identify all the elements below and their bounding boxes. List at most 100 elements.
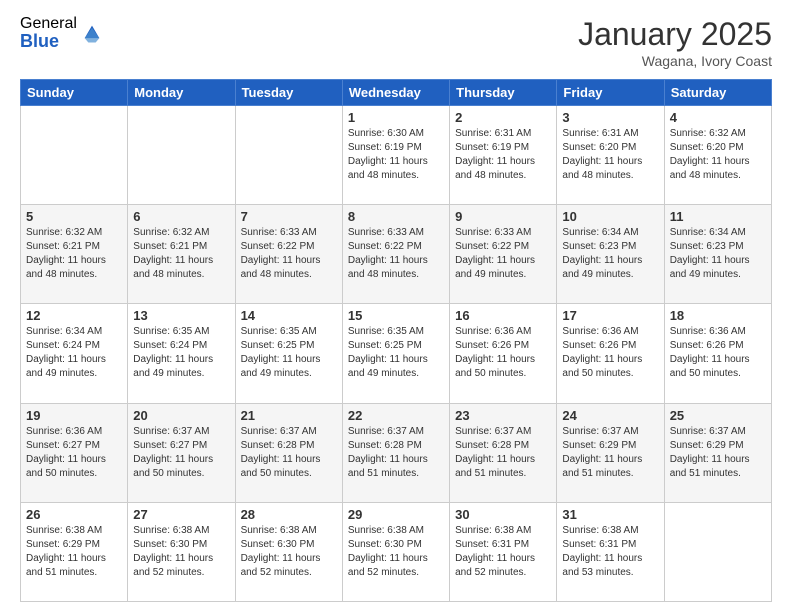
- calendar-cell: 25 Sunrise: 6:37 AMSunset: 6:29 PMDayligh…: [664, 403, 771, 502]
- day-info: Sunrise: 6:30 AMSunset: 6:19 PMDaylight:…: [348, 127, 444, 183]
- calendar-cell: 21 Sunrise: 6:37 AMSunset: 6:28 PMDayligh…: [235, 403, 342, 502]
- calendar-cell: 28Sunrise: 6:38 AMSunset: 6:30 PMDayligh…: [235, 502, 342, 601]
- day-number: 21: [241, 408, 337, 423]
- day-number: 14: [241, 308, 337, 323]
- day-info: Sunrise: 6:31 AMSunset: 6:19 PMDaylight:…: [455, 127, 551, 183]
- calendar-cell: 24 Sunrise: 6:37 AMSunset: 6:29 PMDayligh…: [557, 403, 664, 502]
- day-number: 5: [26, 209, 122, 224]
- calendar-cell: [21, 106, 128, 205]
- day-number: 1: [348, 110, 444, 125]
- month-title: January 2025: [578, 16, 772, 53]
- calendar-cell: [235, 106, 342, 205]
- day-info: Sunrise: 6:35 AMSunset: 6:25 PMDaylight:…: [241, 325, 337, 381]
- calendar-table: SundayMondayTuesdayWednesdayThursdayFrid…: [20, 79, 772, 602]
- day-number: 23: [455, 408, 551, 423]
- day-info: Sunrise: 6:37 AMSunset: 6:28 PMDaylight:…: [455, 425, 551, 481]
- day-number: 26: [26, 507, 122, 522]
- logo-blue: Blue: [20, 32, 77, 50]
- day-info: Sunrise: 6:36 AMSunset: 6:26 PMDaylight:…: [455, 325, 551, 381]
- page: General Blue January 2025 Wagana, Ivory …: [0, 0, 792, 612]
- day-number: 27: [133, 507, 229, 522]
- day-number: 25: [670, 408, 766, 423]
- day-info: Sunrise: 6:38 AMSunset: 6:30 PMDaylight:…: [348, 524, 444, 580]
- day-number: 6: [133, 209, 229, 224]
- day-info: Sunrise: 6:37 AMSunset: 6:28 PMDaylight:…: [348, 425, 444, 481]
- day-info: Sunrise: 6:36 AMSunset: 6:26 PMDaylight:…: [562, 325, 658, 381]
- day-number: 28: [241, 507, 337, 522]
- day-info: Sunrise: 6:33 AMSunset: 6:22 PMDaylight:…: [241, 226, 337, 282]
- day-header-saturday: Saturday: [664, 80, 771, 106]
- day-number: 8: [348, 209, 444, 224]
- day-number: 16: [455, 308, 551, 323]
- calendar-cell: 12Sunrise: 6:34 AMSunset: 6:24 PMDayligh…: [21, 304, 128, 403]
- day-header-friday: Friday: [557, 80, 664, 106]
- calendar-cell: 16 Sunrise: 6:36 AMSunset: 6:26 PMDayligh…: [450, 304, 557, 403]
- calendar-cell: 17 Sunrise: 6:36 AMSunset: 6:26 PMDayligh…: [557, 304, 664, 403]
- day-number: 12: [26, 308, 122, 323]
- calendar-cell: 20 Sunrise: 6:37 AMSunset: 6:27 PMDayligh…: [128, 403, 235, 502]
- logo-icon: [81, 22, 103, 44]
- day-info: Sunrise: 6:37 AMSunset: 6:29 PMDaylight:…: [670, 425, 766, 481]
- calendar-cell: 27 Sunrise: 6:38 AMSunset: 6:30 PMDayligh…: [128, 502, 235, 601]
- logo-general: General: [20, 16, 77, 32]
- calendar-cell: 5 Sunrise: 6:32 AMSunset: 6:21 PMDaylight…: [21, 205, 128, 304]
- day-number: 10: [562, 209, 658, 224]
- logo: General Blue: [20, 16, 103, 50]
- day-info: Sunrise: 6:32 AMSunset: 6:21 PMDaylight:…: [133, 226, 229, 282]
- calendar-header-row: SundayMondayTuesdayWednesdayThursdayFrid…: [21, 80, 772, 106]
- day-info: Sunrise: 6:37 AMSunset: 6:27 PMDaylight:…: [133, 425, 229, 481]
- location-subtitle: Wagana, Ivory Coast: [578, 53, 772, 69]
- day-number: 18: [670, 308, 766, 323]
- day-number: 4: [670, 110, 766, 125]
- calendar-cell: 7 Sunrise: 6:33 AMSunset: 6:22 PMDaylight…: [235, 205, 342, 304]
- calendar-cell: 26 Sunrise: 6:38 AMSunset: 6:29 PMDayligh…: [21, 502, 128, 601]
- day-info: Sunrise: 6:36 AMSunset: 6:27 PMDaylight:…: [26, 425, 122, 481]
- day-number: 7: [241, 209, 337, 224]
- day-number: 17: [562, 308, 658, 323]
- calendar-cell: 23 Sunrise: 6:37 AMSunset: 6:28 PMDayligh…: [450, 403, 557, 502]
- day-info: Sunrise: 6:32 AMSunset: 6:21 PMDaylight:…: [26, 226, 122, 282]
- day-number: 30: [455, 507, 551, 522]
- day-info: Sunrise: 6:33 AMSunset: 6:22 PMDaylight:…: [348, 226, 444, 282]
- calendar-cell: 19Sunrise: 6:36 AMSunset: 6:27 PMDayligh…: [21, 403, 128, 502]
- calendar-cell: 31 Sunrise: 6:38 AMSunset: 6:31 PMDayligh…: [557, 502, 664, 601]
- week-row-3: 12Sunrise: 6:34 AMSunset: 6:24 PMDayligh…: [21, 304, 772, 403]
- calendar-cell: 13 Sunrise: 6:35 AMSunset: 6:24 PMDayligh…: [128, 304, 235, 403]
- day-info: Sunrise: 6:38 AMSunset: 6:30 PMDaylight:…: [133, 524, 229, 580]
- day-header-wednesday: Wednesday: [342, 80, 449, 106]
- day-number: 11: [670, 209, 766, 224]
- calendar-cell: 9 Sunrise: 6:33 AMSunset: 6:22 PMDaylight…: [450, 205, 557, 304]
- day-header-sunday: Sunday: [21, 80, 128, 106]
- day-number: 3: [562, 110, 658, 125]
- day-info: Sunrise: 6:37 AMSunset: 6:29 PMDaylight:…: [562, 425, 658, 481]
- calendar-cell: 29 Sunrise: 6:38 AMSunset: 6:30 PMDayligh…: [342, 502, 449, 601]
- day-info: Sunrise: 6:38 AMSunset: 6:29 PMDaylight:…: [26, 524, 122, 580]
- day-number: 29: [348, 507, 444, 522]
- day-header-thursday: Thursday: [450, 80, 557, 106]
- day-info: Sunrise: 6:35 AMSunset: 6:25 PMDaylight:…: [348, 325, 444, 381]
- week-row-4: 19Sunrise: 6:36 AMSunset: 6:27 PMDayligh…: [21, 403, 772, 502]
- day-info: Sunrise: 6:31 AMSunset: 6:20 PMDaylight:…: [562, 127, 658, 183]
- day-info: Sunrise: 6:35 AMSunset: 6:24 PMDaylight:…: [133, 325, 229, 381]
- calendar-cell: [128, 106, 235, 205]
- day-info: Sunrise: 6:34 AMSunset: 6:23 PMDaylight:…: [562, 226, 658, 282]
- day-info: Sunrise: 6:33 AMSunset: 6:22 PMDaylight:…: [455, 226, 551, 282]
- day-number: 22: [348, 408, 444, 423]
- day-info: Sunrise: 6:37 AMSunset: 6:28 PMDaylight:…: [241, 425, 337, 481]
- logo-text: General Blue: [20, 16, 77, 50]
- day-header-tuesday: Tuesday: [235, 80, 342, 106]
- title-block: January 2025 Wagana, Ivory Coast: [578, 16, 772, 69]
- week-row-1: 1 Sunrise: 6:30 AMSunset: 6:19 PMDaylight…: [21, 106, 772, 205]
- week-row-5: 26 Sunrise: 6:38 AMSunset: 6:29 PMDayligh…: [21, 502, 772, 601]
- day-number: 15: [348, 308, 444, 323]
- day-number: 13: [133, 308, 229, 323]
- day-number: 31: [562, 507, 658, 522]
- day-info: Sunrise: 6:38 AMSunset: 6:31 PMDaylight:…: [562, 524, 658, 580]
- day-info: Sunrise: 6:34 AMSunset: 6:23 PMDaylight:…: [670, 226, 766, 282]
- day-number: 24: [562, 408, 658, 423]
- calendar-cell: 1 Sunrise: 6:30 AMSunset: 6:19 PMDaylight…: [342, 106, 449, 205]
- calendar-cell: 22 Sunrise: 6:37 AMSunset: 6:28 PMDayligh…: [342, 403, 449, 502]
- calendar-cell: 30Sunrise: 6:38 AMSunset: 6:31 PMDayligh…: [450, 502, 557, 601]
- day-number: 9: [455, 209, 551, 224]
- day-number: 20: [133, 408, 229, 423]
